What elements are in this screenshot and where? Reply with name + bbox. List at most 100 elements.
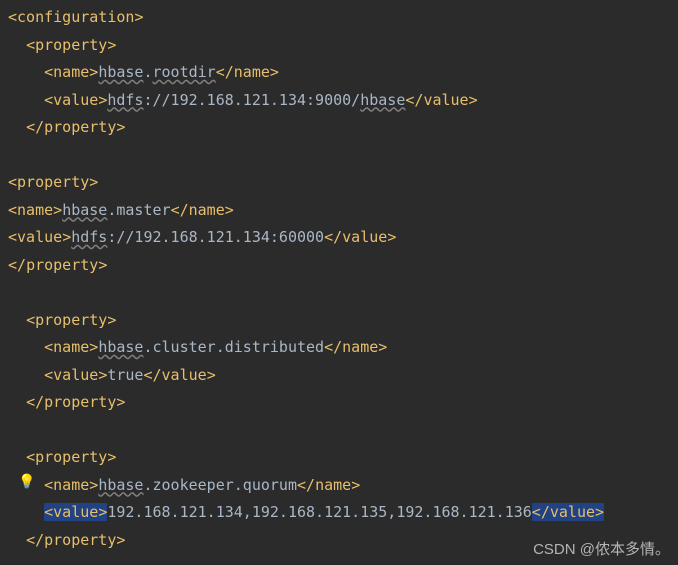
xml-text: hdfs	[71, 228, 107, 246]
code-line[interactable]: </property>	[8, 389, 678, 417]
xml-bracket: >	[89, 476, 98, 494]
code-line[interactable]: <property>	[8, 32, 678, 60]
code-line[interactable]: </property>	[8, 252, 678, 280]
xml-text: hbase	[98, 476, 143, 494]
code-line[interactable]: </property>	[8, 114, 678, 142]
xml-bracket: >	[116, 531, 125, 549]
xml-tag: name	[53, 63, 89, 81]
code-line[interactable]	[8, 417, 678, 445]
xml-tag: name	[234, 63, 270, 81]
xml-tag: value	[17, 228, 62, 246]
xml-text: ://192.168.121.134:9000/	[143, 91, 360, 109]
xml-tag: name	[53, 476, 89, 494]
xml-bracket: >	[89, 63, 98, 81]
xml-text: hdfs	[107, 91, 143, 109]
xml-bracket: >	[98, 256, 107, 274]
xml-bracket: </	[324, 338, 342, 356]
xml-bracket: >	[595, 503, 604, 521]
code-line[interactable]: <value>hdfs://192.168.121.134:9000/hbase…	[8, 87, 678, 115]
xml-tag: value	[53, 91, 98, 109]
xml-bracket: <	[8, 8, 17, 26]
code-line[interactable]: <name>hbase.master</name>	[8, 197, 678, 225]
xml-tag: value	[162, 366, 207, 384]
xml-tag: value	[423, 91, 468, 109]
xml-bracket: <	[26, 311, 35, 329]
code-line[interactable]: <name>hbase.zookeeper.quorum</name>	[8, 472, 678, 500]
xml-bracket: <	[44, 476, 53, 494]
xml-text: hbase	[62, 201, 107, 219]
xml-bracket: >	[270, 63, 279, 81]
code-line[interactable]: <value>hdfs://192.168.121.134:60000</val…	[8, 224, 678, 252]
xml-bracket: </	[8, 256, 26, 274]
xml-bracket: <	[26, 36, 35, 54]
watermark: CSDN @侬本多情。	[533, 538, 670, 559]
xml-bracket: <	[44, 366, 53, 384]
xml-bracket: <	[44, 63, 53, 81]
xml-text: hbase	[98, 338, 143, 356]
xml-tag: value	[53, 366, 98, 384]
xml-text: hbase	[360, 91, 405, 109]
xml-tag: property	[44, 393, 116, 411]
code-line[interactable]: <name>hbase.rootdir</name>	[8, 59, 678, 87]
xml-bracket: >	[387, 228, 396, 246]
xml-bracket: >	[89, 173, 98, 191]
xml-bracket: >	[116, 393, 125, 411]
xml-bracket: >	[351, 476, 360, 494]
xml-text: .zookeeper.quorum	[143, 476, 297, 494]
xml-tag: value	[550, 503, 595, 521]
xml-bracket: <	[8, 173, 17, 191]
xml-text: 192.168.121.134,192.168.121.135,192.168.…	[107, 503, 531, 521]
xml-bracket: </	[324, 228, 342, 246]
xml-bracket: >	[89, 338, 98, 356]
xml-bracket: >	[98, 366, 107, 384]
xml-bracket: <	[8, 228, 17, 246]
xml-tag: configuration	[17, 8, 134, 26]
xml-bracket: >	[107, 36, 116, 54]
xml-tag: property	[44, 531, 116, 549]
xml-bracket: </	[26, 118, 44, 136]
xml-bracket: >	[107, 311, 116, 329]
xml-bracket: >	[107, 448, 116, 466]
xml-bracket: </	[216, 63, 234, 81]
xml-bracket: </	[405, 91, 423, 109]
lightbulb-icon[interactable]: 💡	[18, 474, 35, 490]
code-line[interactable]	[8, 142, 678, 170]
code-line[interactable]: <value>true</value>	[8, 362, 678, 390]
xml-bracket: >	[378, 338, 387, 356]
code-line[interactable]: <value>192.168.121.134,192.168.121.135,1…	[8, 499, 678, 527]
xml-bracket: <	[26, 448, 35, 466]
code-line[interactable]	[8, 279, 678, 307]
xml-bracket: <	[8, 201, 17, 219]
xml-tag: name	[53, 338, 89, 356]
xml-bracket: >	[116, 118, 125, 136]
xml-text: ://192.168.121.134:60000	[107, 228, 324, 246]
xml-text: .	[143, 63, 152, 81]
code-line[interactable]: <property>	[8, 307, 678, 335]
xml-bracket: >	[62, 228, 71, 246]
xml-tag: name	[189, 201, 225, 219]
xml-bracket: >	[207, 366, 216, 384]
xml-tag: name	[342, 338, 378, 356]
xml-text: .master	[107, 201, 170, 219]
xml-tag: property	[17, 173, 89, 191]
xml-tag: property	[35, 36, 107, 54]
xml-bracket: </	[26, 531, 44, 549]
xml-tag: property	[35, 448, 107, 466]
xml-tag: property	[44, 118, 116, 136]
xml-bracket: <	[44, 91, 53, 109]
code-line[interactable]: <property>	[8, 169, 678, 197]
code-line[interactable]: <name>hbase.cluster.distributed</name>	[8, 334, 678, 362]
xml-text: true	[107, 366, 143, 384]
xml-tag: name	[17, 201, 53, 219]
xml-bracket: >	[98, 91, 107, 109]
xml-bracket: <	[44, 338, 53, 356]
xml-bracket: </	[297, 476, 315, 494]
xml-tag: property	[26, 256, 98, 274]
code-line[interactable]: <configuration>	[8, 4, 678, 32]
xml-text: hbase	[98, 63, 143, 81]
xml-bracket: >	[225, 201, 234, 219]
xml-text: rootdir	[153, 63, 216, 81]
xml-tag: name	[315, 476, 351, 494]
code-editor[interactable]: <configuration> <property> <name>hbase.r…	[0, 0, 678, 554]
code-line[interactable]: <property>	[8, 444, 678, 472]
